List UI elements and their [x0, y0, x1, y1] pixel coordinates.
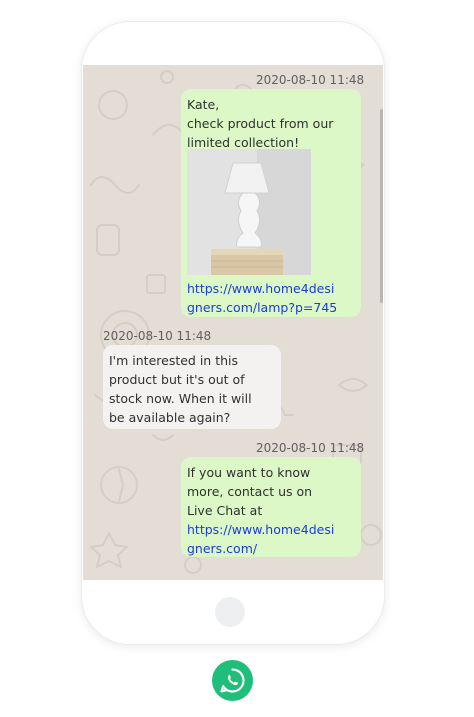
message-timestamp: 2020-08-10 11:48: [256, 441, 365, 455]
lamp-product-image[interactable]: [187, 149, 311, 275]
chat-screen: 2020-08-10 11:48 Kate, check product fro…: [83, 65, 383, 580]
message-text: Kate,: [187, 97, 220, 112]
lamp-icon: [187, 149, 311, 275]
phone-frame: 2020-08-10 11:48 Kate, check product fro…: [82, 22, 384, 644]
message-bubble-outgoing: Kate, check product from our limited col…: [181, 89, 361, 317]
contact-link[interactable]: https://www.home4desi: [187, 520, 355, 539]
message-text: stock now. When it will: [109, 391, 252, 406]
message-timestamp: 2020-08-10 11:48: [256, 73, 365, 87]
message-bubble-incoming: I'm interested in this product but it's …: [103, 345, 281, 429]
message-text: I'm interested in this: [109, 353, 239, 368]
message-list[interactable]: 2020-08-10 11:48 Kate, check product fro…: [83, 65, 383, 580]
message-text: Live Chat at: [187, 503, 263, 518]
message-bubble-outgoing: If you want to know more, contact us on …: [181, 457, 361, 557]
whatsapp-icon: [220, 668, 245, 693]
message-text: product but it's out of: [109, 372, 245, 387]
message-text: check product from our: [187, 116, 334, 131]
message-timestamp: 2020-08-10 11:48: [103, 329, 212, 343]
message-text: more, contact us on: [187, 484, 313, 499]
message-text: If you want to know: [187, 465, 311, 480]
contact-link[interactable]: gners.com/: [187, 539, 355, 558]
product-link[interactable]: https://www.home4desi: [187, 279, 334, 298]
home-button[interactable]: [215, 597, 245, 627]
product-link[interactable]: gners.com/lamp?p=745: [187, 298, 337, 317]
whatsapp-button[interactable]: [212, 660, 253, 701]
message-text: be available again?: [109, 410, 231, 425]
chat-scrollbar[interactable]: [380, 109, 383, 303]
